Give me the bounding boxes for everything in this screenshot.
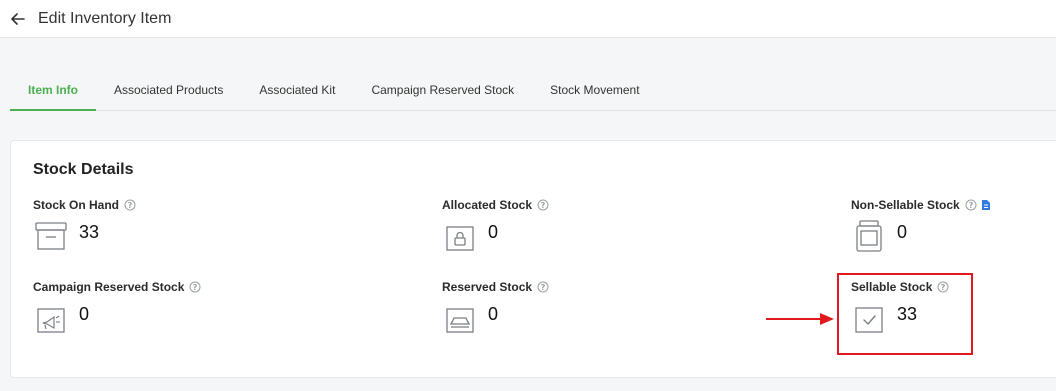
arrow-left-icon[interactable] bbox=[10, 11, 26, 27]
reserved-stock-value: 0 bbox=[488, 304, 499, 324]
tab-item-info[interactable]: Item Info bbox=[10, 83, 96, 111]
campaign-reserved-stock-label: Campaign Reserved Stock bbox=[33, 280, 185, 294]
locked-box-icon bbox=[442, 218, 478, 254]
stat-stock-on-hand: Stock On Hand ? 33 bbox=[33, 198, 136, 254]
svg-text:?: ? bbox=[541, 283, 546, 292]
box-icon bbox=[33, 218, 69, 254]
help-icon[interactable]: ? bbox=[965, 199, 977, 211]
page-title: Edit Inventory Item bbox=[38, 9, 172, 27]
svg-text:?: ? bbox=[968, 201, 973, 210]
tab-stock-movement[interactable]: Stock Movement bbox=[532, 83, 657, 110]
annotation-arrow-icon bbox=[766, 313, 834, 325]
reserved-tray-icon bbox=[442, 300, 478, 336]
stock-on-hand-label: Stock On Hand bbox=[33, 198, 120, 212]
non-sellable-stock-value: 0 bbox=[897, 222, 908, 242]
tab-associated-products[interactable]: Associated Products bbox=[96, 83, 241, 110]
stat-reserved-stock: Reserved Stock ? 0 bbox=[442, 280, 549, 336]
tab-bar: Item Info Associated Products Associated… bbox=[10, 70, 1056, 111]
stat-non-sellable-stock: Non-Sellable Stock ? 0 bbox=[851, 198, 991, 254]
svg-text:?: ? bbox=[193, 283, 198, 292]
allocated-stock-label: Allocated Stock bbox=[442, 198, 533, 212]
document-icon[interactable] bbox=[981, 199, 991, 211]
help-icon[interactable]: ? bbox=[189, 281, 201, 293]
stat-campaign-reserved-stock: Campaign Reserved Stock ? 0 bbox=[33, 280, 201, 336]
allocated-stock-value: 0 bbox=[488, 222, 499, 242]
svg-text:?: ? bbox=[128, 201, 133, 210]
stock-details-title: Stock Details bbox=[33, 161, 134, 178]
top-bar: Edit Inventory Item bbox=[0, 0, 1056, 38]
help-icon[interactable]: ? bbox=[124, 199, 136, 211]
stock-on-hand-value: 33 bbox=[79, 222, 100, 242]
megaphone-icon bbox=[33, 300, 69, 336]
campaign-reserved-stock-value: 0 bbox=[79, 304, 90, 324]
svg-text:?: ? bbox=[541, 201, 546, 210]
highlight-box bbox=[837, 273, 973, 355]
reserved-stock-label: Reserved Stock bbox=[442, 280, 533, 294]
help-icon[interactable]: ? bbox=[537, 281, 549, 293]
tab-associated-kit[interactable]: Associated Kit bbox=[241, 83, 353, 110]
stock-details-card: Stock Details Stock On Hand ? 33 Allocat… bbox=[10, 140, 1056, 378]
tab-campaign-reserved-stock[interactable]: Campaign Reserved Stock bbox=[353, 83, 532, 110]
stat-allocated-stock: Allocated Stock ? 0 bbox=[442, 198, 549, 254]
jar-icon bbox=[851, 218, 887, 254]
help-icon[interactable]: ? bbox=[537, 199, 549, 211]
non-sellable-stock-label: Non-Sellable Stock bbox=[851, 198, 960, 212]
